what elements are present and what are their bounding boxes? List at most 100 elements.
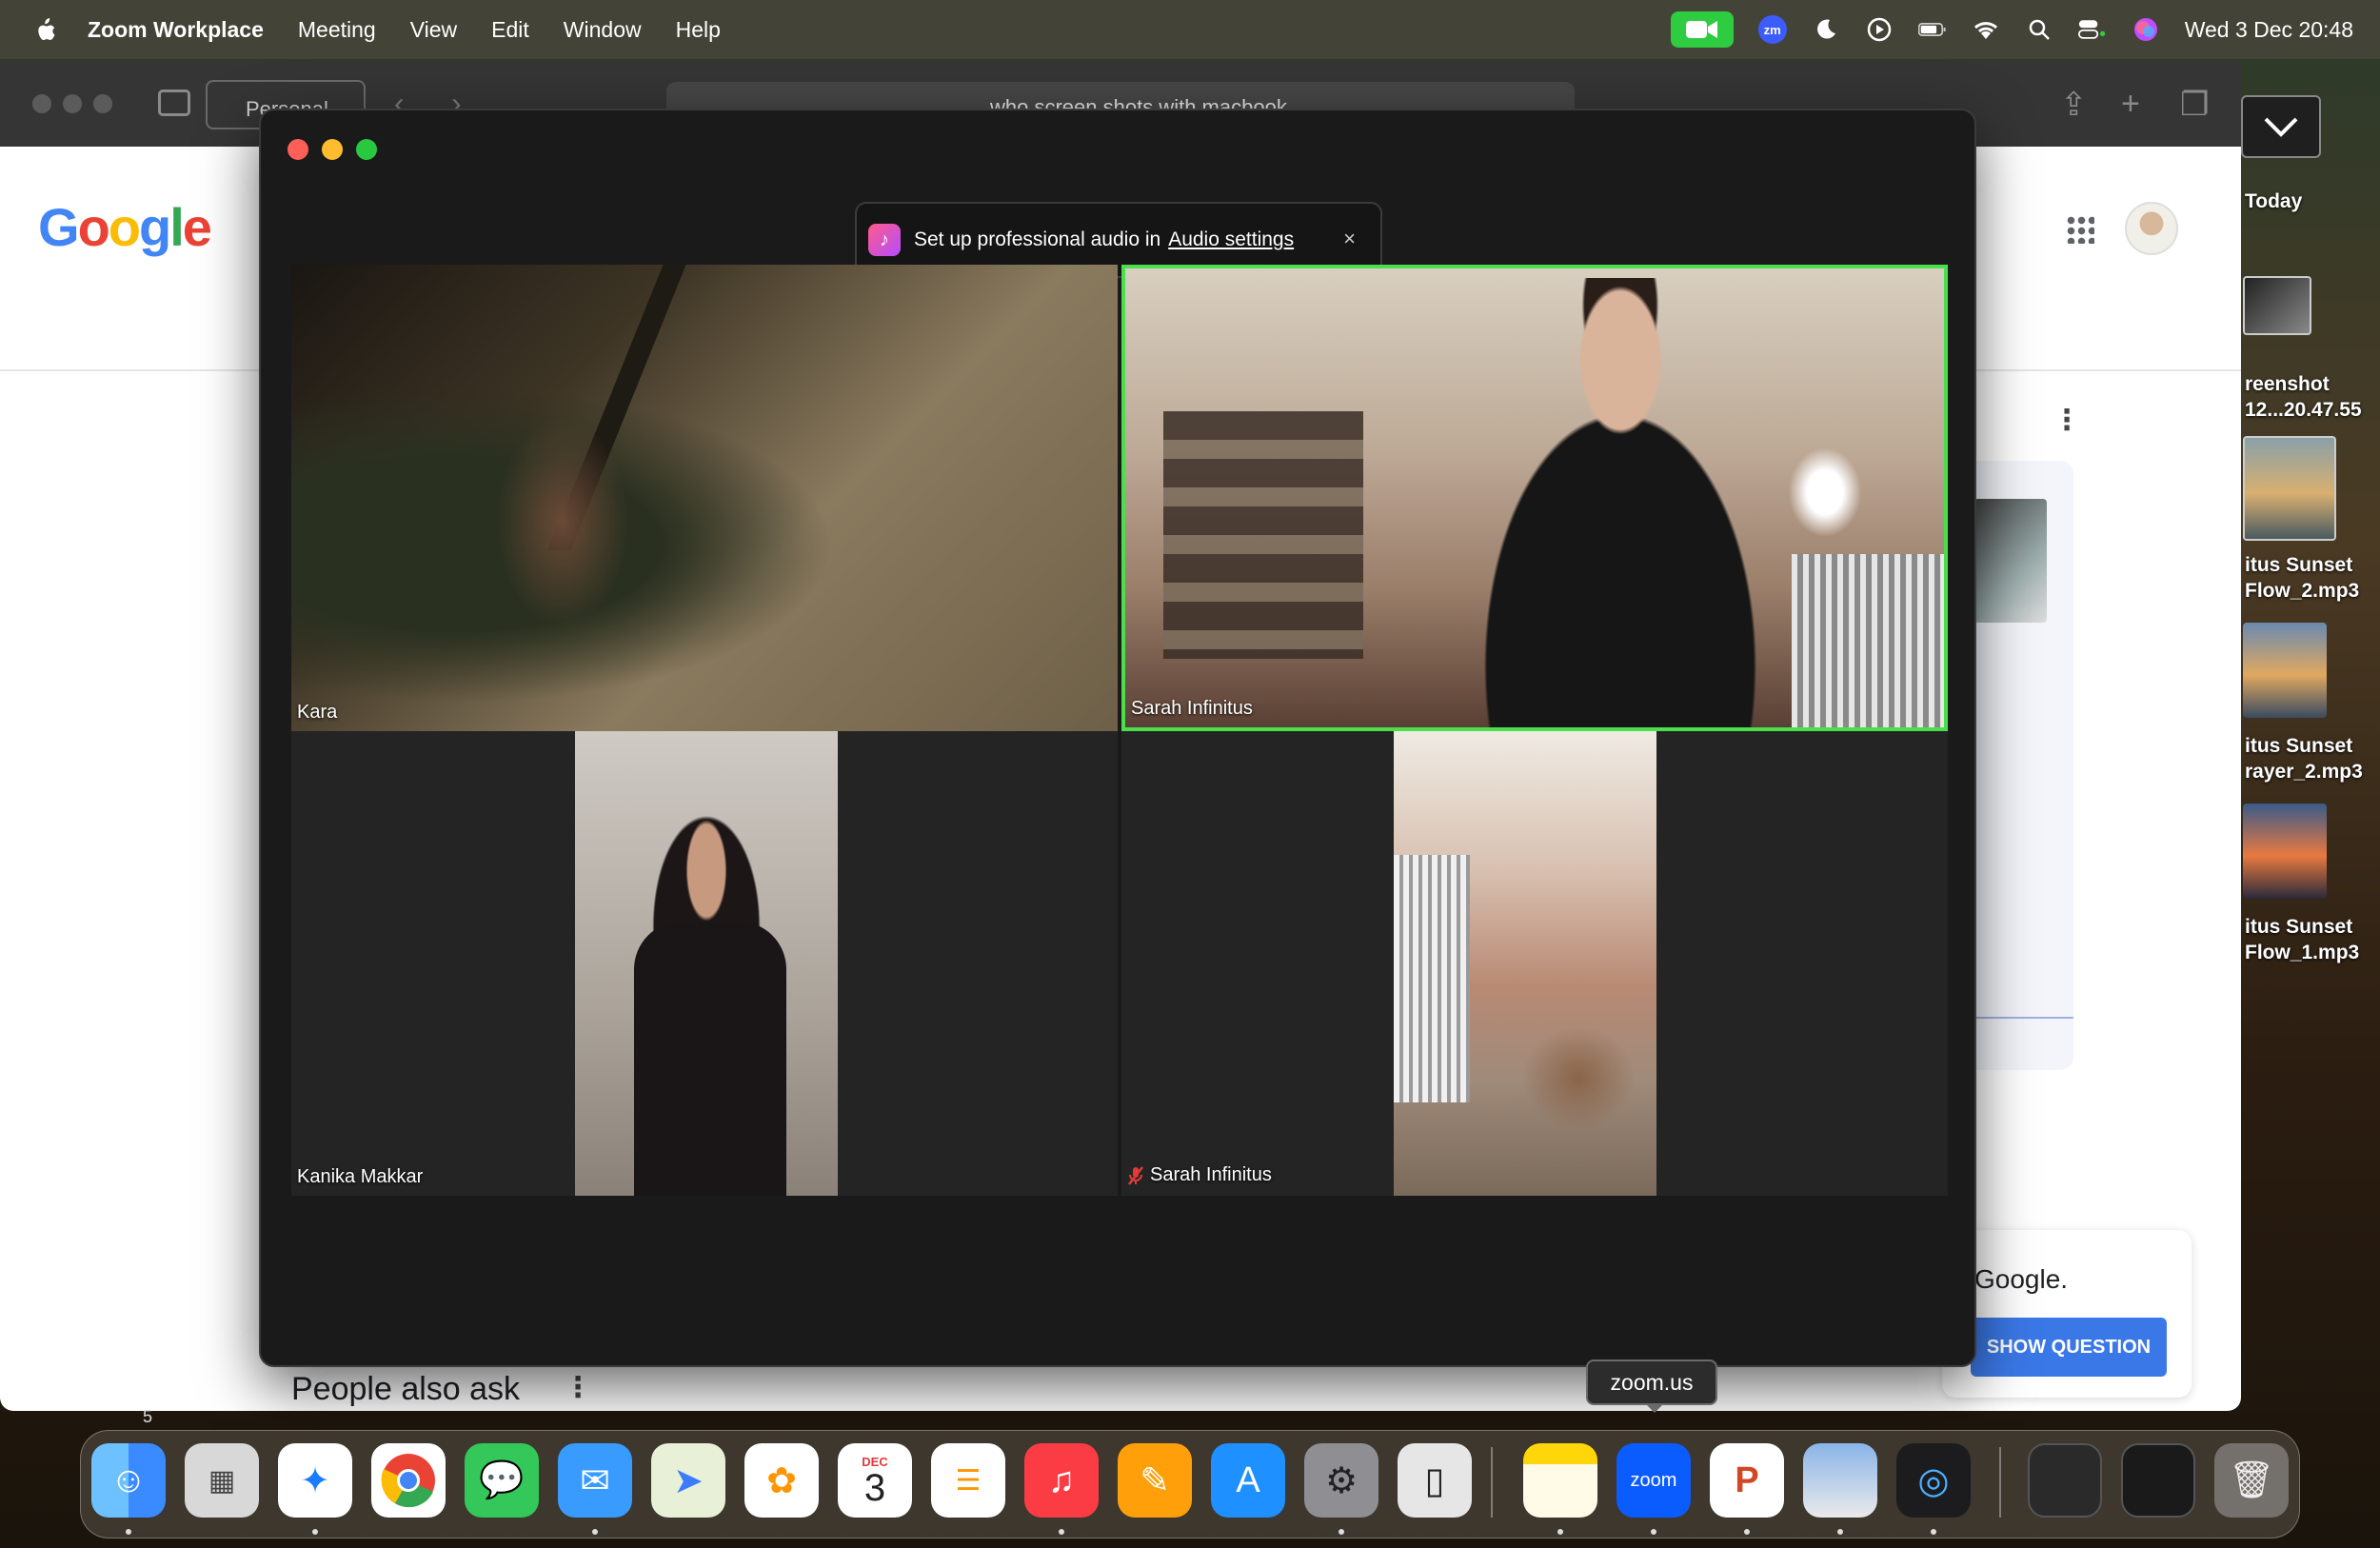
- desktop-file-0-line2[interactable]: 12...20.47.55: [2245, 397, 2362, 423]
- chrome-icon[interactable]: [371, 1443, 446, 1518]
- safari-icon[interactable]: ✦: [278, 1443, 352, 1518]
- video-frame-detail: [1163, 411, 1363, 659]
- trash-icon[interactable]: 🗑: [2214, 1443, 2289, 1518]
- zoom-close-button[interactable]: [288, 139, 308, 160]
- dock-separator: [1999, 1447, 2001, 1518]
- system-settings-icon[interactable]: ⚙: [1304, 1443, 1378, 1518]
- audio-file-thumbnail[interactable]: [2243, 436, 2336, 541]
- app-store-icon[interactable]: A: [1211, 1443, 1285, 1518]
- google-apps-icon[interactable]: [2066, 215, 2094, 244]
- menu-view[interactable]: View: [410, 17, 457, 43]
- music-icon[interactable]: ♫: [1024, 1443, 1099, 1518]
- question-card: Google. SHOW QUESTION: [1942, 1230, 2192, 1398]
- screenshot-file-icon[interactable]: [2243, 276, 2311, 335]
- menu-clock[interactable]: Wed 3 Dec 20:48: [2185, 17, 2353, 43]
- menu-edit[interactable]: Edit: [491, 17, 529, 43]
- desktop-file-0-line1[interactable]: reenshot: [2245, 371, 2330, 397]
- status-area: zm Wed 3 Dec 20:48: [1670, 0, 2353, 59]
- participant-name-muted: Sarah Infinitus: [1127, 1164, 1272, 1186]
- messages-icon[interactable]: 💬: [465, 1443, 539, 1518]
- muted-mic-icon: [1128, 1165, 1143, 1185]
- zoom-menu-icon[interactable]: zm: [1757, 15, 1787, 44]
- powerpoint-icon[interactable]: P: [1710, 1443, 1784, 1518]
- video-frame-detail: [1792, 554, 1944, 727]
- minimized-window-icon[interactable]: [2028, 1443, 2102, 1518]
- photos-icon[interactable]: ✿: [744, 1443, 819, 1518]
- browser-zoom-button[interactable]: [93, 94, 112, 113]
- preview-icon[interactable]: [1803, 1443, 1877, 1518]
- zoom-fullscreen-button[interactable]: [356, 139, 377, 160]
- desktop-file-2-line2[interactable]: rayer_2.mp3: [2245, 759, 2363, 784]
- participant-name: Sarah Infinitus: [1131, 698, 1253, 719]
- sidebar-toggle-icon[interactable]: [158, 89, 190, 116]
- running-indicator: [126, 1529, 131, 1535]
- new-tab-icon[interactable]: +: [2121, 86, 2140, 123]
- notes-icon[interactable]: [1523, 1443, 1597, 1518]
- running-indicator: [1059, 1529, 1064, 1535]
- now-playing-icon[interactable]: [1865, 15, 1894, 44]
- page-number: 5: [143, 1407, 153, 1426]
- share-icon[interactable]: ⇪: [2060, 86, 2088, 124]
- focus-moon-icon[interactable]: [1812, 15, 1840, 44]
- side-panel-thumbnail[interactable]: [1974, 499, 2047, 623]
- people-also-ask-menu-icon[interactable]: ⋮: [564, 1371, 592, 1404]
- wifi-icon[interactable]: [1972, 15, 2000, 44]
- google-logo[interactable]: Google: [38, 196, 212, 258]
- running-indicator: [592, 1529, 598, 1535]
- video-frame-detail: [1782, 440, 1868, 545]
- finder-icon[interactable]: ☺: [91, 1443, 166, 1518]
- video-frame-detail: [634, 922, 786, 1196]
- show-question-button[interactable]: SHOW QUESTION: [1971, 1318, 2167, 1377]
- audio-file-thumbnail[interactable]: [2243, 804, 2327, 899]
- desktop-file-1-line2[interactable]: Flow_2.mp3: [2245, 578, 2359, 604]
- desktop-file-3-line2[interactable]: Flow_1.mp3: [2245, 940, 2359, 965]
- maps-icon[interactable]: ➤: [651, 1443, 725, 1518]
- audio-file-thumbnail[interactable]: [2243, 623, 2327, 718]
- participant-video-tile[interactable]: Sarah Infinitus: [1121, 731, 1948, 1196]
- zoom-camera-status-icon[interactable]: [1670, 11, 1734, 48]
- desktop-file-2-line1[interactable]: itus Sunset: [2245, 733, 2352, 759]
- iphone-mirroring-icon[interactable]: ▯: [1398, 1443, 1472, 1518]
- video-frame-detail: [1394, 855, 1470, 1102]
- menu-window[interactable]: Window: [564, 17, 642, 43]
- question-card-text: Google.: [1974, 1264, 2069, 1294]
- control-center-icon[interactable]: [2077, 15, 2107, 44]
- desktop-file-1-line1[interactable]: itus Sunset: [2245, 552, 2352, 578]
- desktop-file-3-line1[interactable]: itus Sunset: [2245, 914, 2352, 940]
- calendar-icon[interactable]: DEC 3: [838, 1443, 912, 1518]
- desktop-stack-label: Today: [2245, 190, 2303, 212]
- apple-menu-icon[interactable]: [30, 15, 59, 44]
- launchpad-icon[interactable]: ▦: [185, 1443, 259, 1518]
- app-name-menu[interactable]: Zoom Workplace: [88, 17, 264, 43]
- menu-meeting[interactable]: Meeting: [298, 17, 376, 43]
- menu-help[interactable]: Help: [676, 17, 721, 43]
- audio-settings-link[interactable]: Audio settings: [1168, 228, 1294, 251]
- browser-close-button[interactable]: [32, 94, 51, 113]
- active-speaker-video-tile[interactable]: Sarah Infinitus: [1121, 265, 1948, 731]
- account-avatar[interactable]: [2125, 202, 2178, 255]
- pages-icon[interactable]: ✎: [1118, 1443, 1192, 1518]
- participant-video-tile[interactable]: Kanika Makkar: [291, 731, 1118, 1196]
- participant-video-tile[interactable]: Kara: [291, 265, 1118, 731]
- browser-minimize-button[interactable]: [63, 94, 82, 113]
- spotlight-search-icon[interactable]: [2025, 15, 2053, 44]
- video-frame-detail: [1521, 1026, 1636, 1131]
- side-panel-divider: [1974, 1017, 2073, 1019]
- quicktime-icon[interactable]: ◎: [1896, 1443, 1971, 1518]
- siri-icon[interactable]: [2132, 15, 2160, 44]
- participant-name: Kanika Makkar: [297, 1166, 424, 1187]
- running-indicator: [1651, 1529, 1656, 1535]
- reminders-icon[interactable]: ☰: [931, 1443, 1005, 1518]
- minimized-window-icon[interactable]: [2121, 1443, 2195, 1518]
- chevron-down-icon: [2264, 117, 2298, 137]
- more-options-icon[interactable]: ⋮: [2053, 404, 2081, 437]
- running-indicator: [1744, 1529, 1750, 1535]
- toast-close-icon[interactable]: ×: [1343, 227, 1356, 251]
- dock-tooltip: zoom.us: [1586, 1359, 1717, 1413]
- stack-collapse-button[interactable]: [2241, 95, 2321, 158]
- mail-icon[interactable]: ✉: [558, 1443, 632, 1518]
- zoom-minimize-button[interactable]: [322, 139, 343, 160]
- tab-overview-icon[interactable]: ❐: [2180, 86, 2209, 124]
- zoom-app-icon[interactable]: zoom: [1616, 1443, 1691, 1518]
- battery-icon[interactable]: [1917, 15, 1947, 44]
